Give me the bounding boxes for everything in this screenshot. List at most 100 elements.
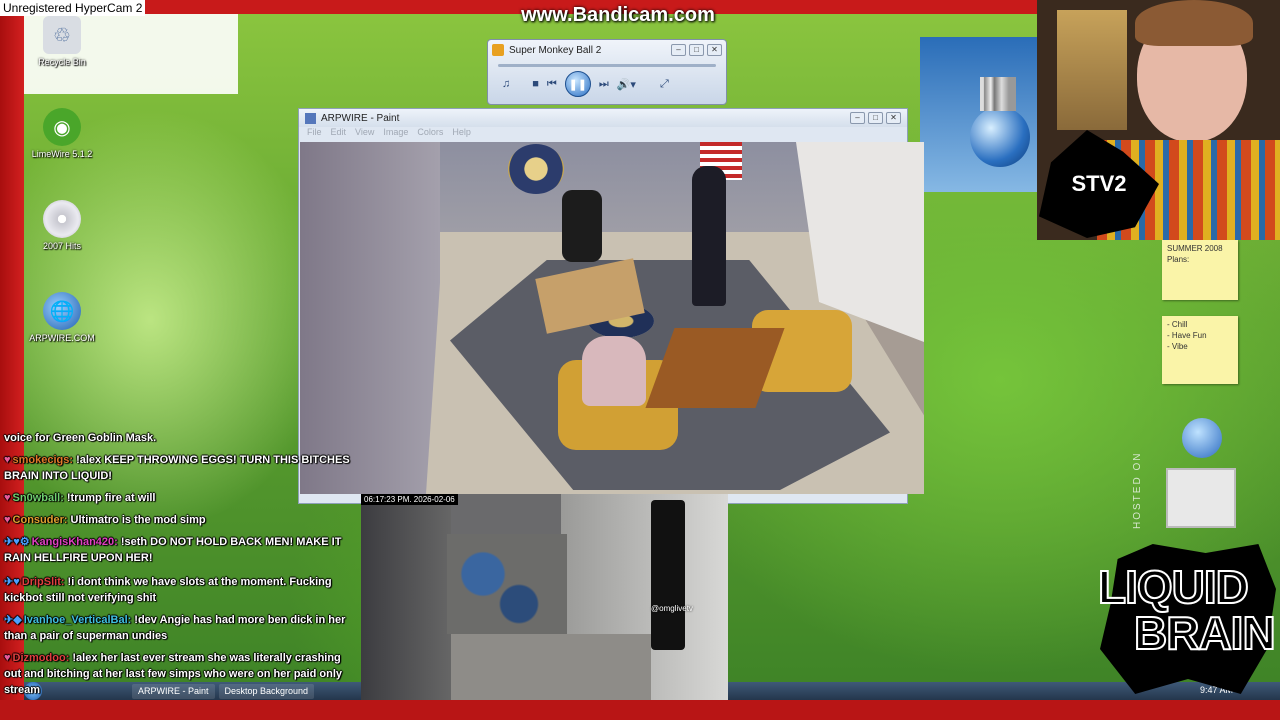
vista-sidebar: SUMMER 2008 Plans: - Chill - Have Fun - … — [1158, 240, 1240, 540]
sidebar-gadget-globe[interactable] — [1182, 418, 1222, 458]
cd-icon — [43, 200, 81, 238]
paint-menubar: File Edit View Image Colors Help — [299, 127, 907, 141]
desktop-icon-limewire[interactable]: ◉ LimeWire 5.1.2 — [24, 108, 100, 160]
chat-username[interactable]: Ivanhoe_VerticalBal: — [24, 614, 132, 626]
stream-chat: voice for Green Goblin Mask. ♥ smokecigs:… — [0, 428, 360, 700]
paint-app-icon — [305, 112, 316, 124]
recycle-bin-icon: ♲ — [43, 16, 81, 54]
tents — [447, 534, 567, 634]
window-controls: – □ ✕ — [850, 112, 901, 124]
badge-icon: ✈◆ — [4, 614, 22, 626]
menu-colors[interactable]: Colors — [417, 127, 443, 141]
menu-edit[interactable]: Edit — [331, 127, 347, 141]
webcam-bg-poster — [1057, 10, 1127, 130]
badge-icon: ♥ — [4, 514, 11, 526]
desktop-icon-label: LimeWire 5.1.2 — [31, 149, 93, 159]
pause-button[interactable]: ❚❚ — [564, 71, 591, 97]
sticky-note-title: SUMMER 2008 Plans: — [1167, 244, 1223, 264]
sticky-item: - Have Fun — [1167, 331, 1207, 340]
chat-username[interactable]: DripSlit: — [22, 576, 65, 588]
stop-button[interactable]: ■ — [532, 78, 539, 90]
globe-graphic — [970, 107, 1030, 167]
desktop-icon-label: Recycle Bin — [38, 57, 86, 67]
stream-room-camera-feed — [300, 142, 924, 494]
sidebar-gadget-slideshow[interactable] — [1166, 468, 1236, 528]
person-standing — [692, 166, 726, 306]
switch-view-icon[interactable]: ⤢ — [660, 78, 669, 91]
next-button[interactable]: ⏭ — [599, 78, 609, 91]
chat-username[interactable]: Sn0wball: — [13, 492, 64, 504]
chat-text: !trump fire at will — [66, 492, 156, 504]
sidewalk — [451, 634, 651, 700]
sticky-note-list[interactable]: - Chill - Have Fun - Vibe — [1162, 316, 1238, 384]
paint-titlebar[interactable]: ARPWIRE - Paint – □ ✕ — [299, 109, 907, 127]
webcam-feed: STV2 — [1037, 0, 1280, 240]
chat-text: Ultimatro is the mod simp — [70, 514, 206, 526]
hypercam-watermark: Unregistered HyperCam 2 — [0, 0, 146, 16]
desktop-icon-recycle-bin[interactable]: ♲ Recycle Bin — [24, 16, 100, 68]
desktop-icon-2007-hits[interactable]: 2007 Hits — [24, 200, 100, 252]
chat-username[interactable]: KangisKhan420: — [32, 536, 118, 548]
city-skyline — [980, 77, 1016, 111]
street-cam-handle: @omglivetv — [651, 604, 693, 613]
person-seated — [582, 336, 646, 406]
menu-view[interactable]: View — [355, 127, 374, 141]
close-button[interactable]: ✕ — [886, 112, 901, 124]
chat-message: ✈♥⚙ KangisKhan420: !seth DO NOT HOLD BACK … — [4, 534, 360, 566]
chat-username[interactable]: Consuder: — [13, 514, 68, 526]
sticky-item: - Chill — [1167, 320, 1188, 329]
media-controls: ♫ ■ ⏮ ❚❚ ⏭ 🔊▾ ⤢ — [488, 67, 726, 101]
minimize-button[interactable]: – — [671, 44, 686, 56]
sticky-note-summer[interactable]: SUMMER 2008 Plans: — [1162, 240, 1238, 300]
menu-help[interactable]: Help — [452, 127, 471, 141]
maximize-button[interactable]: □ — [689, 44, 704, 56]
logo-line-2: BRAIN — [1133, 607, 1277, 659]
media-player-titlebar[interactable]: Super Monkey Ball 2 – □ ✕ — [488, 40, 726, 60]
chat-message: voice for Green Goblin Mask. — [4, 430, 360, 446]
bandicam-watermark: www.Bandicam.com — [521, 4, 715, 26]
presidential-seal — [508, 144, 564, 194]
hosted-on-text: HOSTED ON — [1132, 451, 1143, 529]
street-camera-feed: 06:17:23 PM. 2026-02-06 @omglivetv — [361, 494, 728, 700]
close-button[interactable]: ✕ — [707, 44, 722, 56]
media-player-app-icon — [492, 44, 504, 56]
badge-icon: ♥ — [4, 492, 11, 504]
badge-icon: ♥ — [4, 652, 11, 664]
music-note-icon: ♫ — [502, 78, 511, 90]
chat-text: voice for Green Goblin Mask. — [4, 432, 157, 444]
previous-button[interactable]: ⏮ — [547, 78, 557, 91]
globe-icon: 🌐 — [43, 292, 81, 330]
chat-message: ♥ Dizmodoo: !alex her last ever stream she… — [4, 650, 360, 698]
desktop-icon-arpwire[interactable]: 🌐 ARPWIRE.COM — [24, 292, 100, 344]
paint-title: ARPWIRE - Paint — [321, 112, 400, 124]
webcam-overlay-text: STV2 — [1071, 171, 1127, 196]
logo-line-1: LIQUID — [1097, 561, 1250, 613]
chat-message: ✈◆ Ivanhoe_VerticalBal: !dev Angie has had… — [4, 612, 360, 644]
media-player-window[interactable]: Super Monkey Ball 2 – □ ✕ ♫ ■ ⏮ ❚❚ ⏭ 🔊▾ … — [487, 39, 727, 105]
webcam-hair — [1135, 0, 1253, 46]
office-chair — [562, 190, 602, 262]
chat-username[interactable]: Dizmodoo: — [13, 652, 70, 664]
desktop-wallpaper-globe — [920, 37, 1038, 192]
traffic-light — [651, 500, 685, 650]
menu-file[interactable]: File — [307, 127, 322, 141]
street-building-left — [361, 494, 451, 700]
menu-image[interactable]: Image — [383, 127, 408, 141]
maximize-button[interactable]: □ — [868, 112, 883, 124]
liquid-brain-logo: LIQUID BRAIN — [1050, 540, 1280, 710]
sticky-item: - Vibe — [1167, 342, 1188, 351]
chat-message: ♥ smokecigs: !alex KEEP THROWING EGGS! TUR… — [4, 452, 360, 484]
volume-icon[interactable]: 🔊▾ — [617, 78, 636, 91]
street-cam-timestamp: 06:17:23 PM. 2026-02-06 — [361, 494, 458, 505]
badge-icon: ✈♥ — [4, 576, 20, 588]
minimize-button[interactable]: – — [850, 112, 865, 124]
media-player-title: Super Monkey Ball 2 — [509, 44, 602, 56]
badge-icon: ♥ — [4, 454, 11, 466]
window-controls: – □ ✕ — [671, 44, 722, 56]
badge-icon: ✈♥⚙ — [4, 536, 30, 548]
limewire-icon: ◉ — [43, 108, 81, 146]
chat-message: ✈♥ DripSlit: !i dont think we have slots a… — [4, 574, 360, 606]
chat-username[interactable]: smokecigs: — [13, 454, 74, 466]
desktop-icon-label: 2007 Hits — [42, 241, 82, 251]
chat-message: ♥ Sn0wball: !trump fire at will — [4, 490, 360, 506]
